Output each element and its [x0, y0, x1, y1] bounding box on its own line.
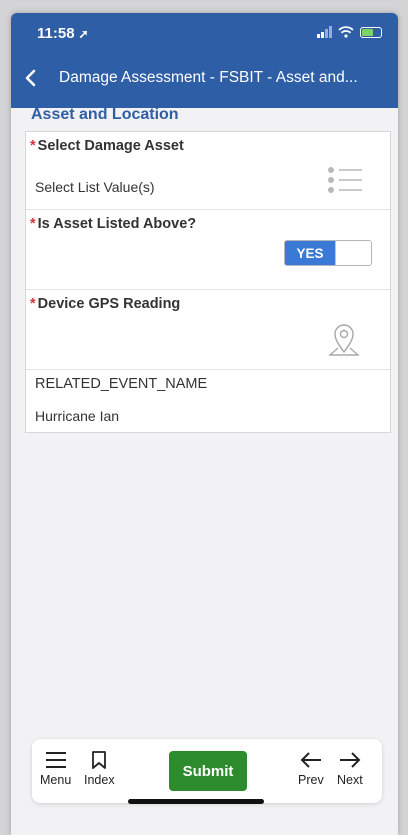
list-icon[interactable] — [327, 166, 363, 194]
back-button[interactable] — [11, 58, 49, 98]
next-button[interactable]: Next — [337, 751, 363, 787]
gps-label: Device GPS Reading — [37, 296, 181, 312]
location-arrow-icon: ➚ — [78, 27, 89, 41]
index-button[interactable]: Index — [84, 751, 115, 787]
field-gps: * Device GPS Reading — [26, 290, 390, 370]
chevron-left-icon — [25, 69, 36, 87]
field-label: * Select Damage Asset — [30, 138, 184, 154]
required-marker: * — [30, 138, 36, 154]
prev-button[interactable]: Prev — [298, 751, 324, 787]
menu-label: Menu — [40, 773, 72, 787]
map-pin-icon[interactable] — [326, 322, 362, 358]
menu-icon — [45, 752, 66, 768]
app-header: 11:58 ➚ Damage Assessment - FSBIT - Asse… — [11, 13, 398, 108]
damage-asset-value[interactable]: Select List Value(s) — [35, 179, 155, 195]
form-card: * Select Damage Asset Select List Value(s… — [25, 131, 391, 433]
field-label: * Device GPS Reading — [30, 296, 180, 312]
wifi-icon — [338, 26, 354, 38]
status-icons — [317, 26, 382, 38]
toggle-yes-label: YES — [285, 241, 335, 265]
related-event-label: RELATED_EVENT_NAME — [35, 376, 208, 392]
arrow-left-icon — [300, 752, 321, 768]
app-screen: 11:58 ➚ Damage Assessment - FSBIT - Asse… — [11, 13, 398, 835]
damage-asset-label: Select Damage Asset — [37, 138, 184, 154]
field-asset-listed: * Is Asset Listed Above? YES — [26, 210, 390, 290]
arrow-right-icon — [339, 752, 361, 768]
home-indicator[interactable] — [128, 799, 264, 804]
next-label: Next — [337, 773, 363, 787]
time-text: 11:58 — [37, 25, 75, 42]
menu-button[interactable]: Menu — [40, 751, 71, 787]
signal-icon — [317, 26, 332, 38]
field-related-event: RELATED_EVENT_NAME Hurricane Ian — [26, 370, 390, 434]
index-label: Index — [84, 773, 115, 787]
field-label: * Is Asset Listed Above? — [30, 216, 196, 232]
nav-bar: Damage Assessment - FSBIT - Asset and... — [11, 58, 398, 98]
bottom-toolbar: Menu Index Submit Prev Next — [32, 739, 382, 803]
asset-listed-toggle[interactable]: YES — [284, 240, 372, 266]
bookmark-icon — [92, 751, 107, 769]
submit-button[interactable]: Submit — [169, 751, 247, 791]
battery-icon — [360, 26, 382, 38]
required-marker: * — [30, 296, 36, 312]
required-marker: * — [30, 216, 36, 232]
toggle-knob — [335, 241, 371, 265]
section-title: Asset and Location — [31, 106, 179, 123]
field-damage-asset[interactable]: * Select Damage Asset Select List Value(s… — [26, 132, 390, 210]
asset-listed-label: Is Asset Listed Above? — [37, 216, 197, 232]
page-title: Damage Assessment - FSBIT - Asset and... — [59, 69, 358, 86]
related-event-value: Hurricane Ian — [35, 408, 120, 424]
prev-label: Prev — [298, 773, 324, 787]
status-time: 11:58 ➚ — [37, 25, 89, 42]
status-bar: 11:58 ➚ — [11, 13, 398, 58]
